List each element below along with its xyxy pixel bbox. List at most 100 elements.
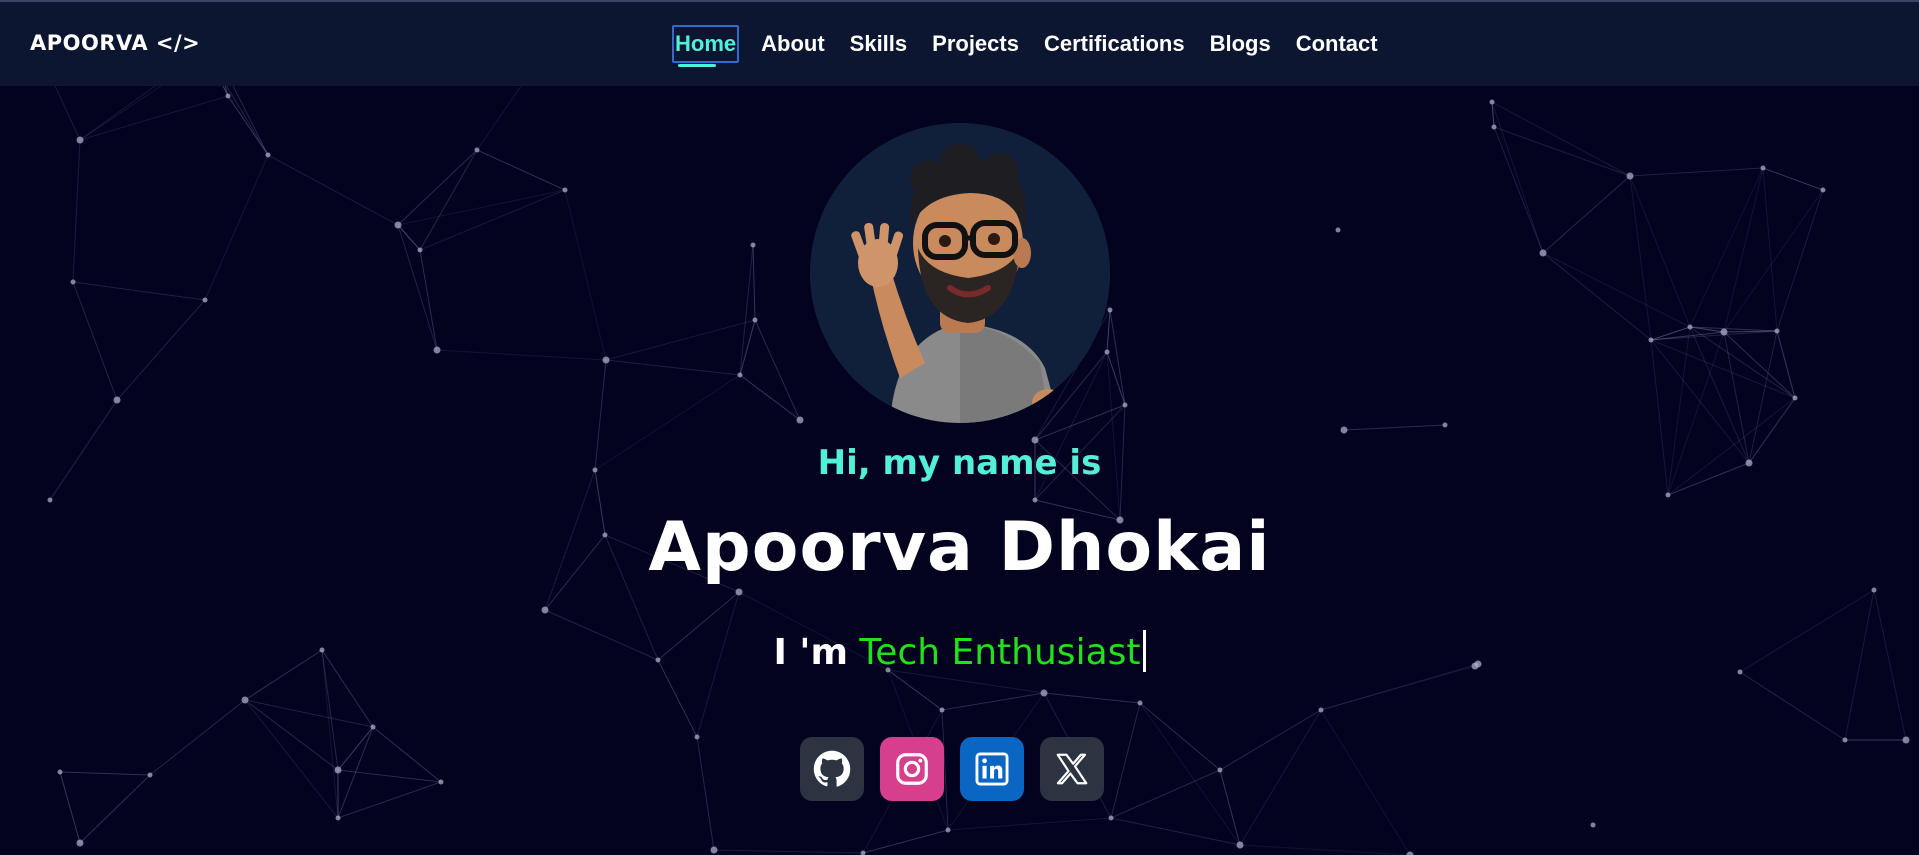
social-links [800,737,1120,801]
particle-link [1106,351,1121,521]
particle-node [1442,422,1448,428]
particle-node [1648,337,1654,343]
particle-link [739,374,801,421]
instagram-icon [896,753,928,785]
role-line: I 'm Tech Enthusiast [0,630,1919,673]
particle-node [1032,497,1038,503]
particle-node [1318,707,1324,713]
particle-node [70,279,76,285]
particle-link [397,149,478,226]
instagram-button[interactable] [880,737,944,801]
particle-link [397,224,421,251]
particle-link [1650,330,1778,341]
nav-item-projects[interactable]: Projects [929,25,1022,63]
nav-item-home[interactable]: Home [672,25,740,67]
particle-node [438,779,444,785]
particle-node [417,247,423,253]
particle-link [1542,175,1631,254]
particle-link [244,699,374,728]
nav-item-skills[interactable]: Skills [847,25,910,63]
particle-link [321,649,339,819]
particle-link [1106,309,1111,353]
particle-node [710,846,718,854]
particle-link [1629,175,1652,341]
nav-item-contact[interactable]: Contact [1293,25,1381,63]
particle-node [1104,349,1110,355]
particle-node [1406,851,1414,855]
particle-node [433,346,441,354]
particle-link [59,771,81,844]
particle-link [1043,692,1141,704]
particle-link [1139,702,1241,846]
particle-node [57,769,63,775]
nav-item-blogs[interactable]: Blogs [1207,25,1274,63]
particle-node [1489,99,1495,105]
particle-node [1902,736,1910,744]
github-icon [813,750,851,787]
particle-link [1629,167,1764,177]
particle-link [419,189,566,251]
particle-node [860,850,866,855]
particle-link [564,189,607,361]
particle-node [202,297,208,303]
particle-link [1723,189,1824,333]
role-prefix: I 'm [773,632,848,673]
particle-link [72,281,206,301]
particle-link [72,281,118,401]
particle-link [1542,252,1691,328]
particle-node [265,152,271,158]
nav-item-certifications[interactable]: Certifications [1041,25,1188,63]
particle-node [1236,841,1244,849]
particle-node [1335,227,1341,233]
particle-link [1629,175,1691,328]
particle-link [752,244,756,321]
particle-link [1493,126,1544,254]
particle-link [79,774,151,844]
x-icon [1056,753,1088,785]
particle-link [337,781,442,819]
particle-node [1760,165,1766,171]
particle-link [1689,167,1764,328]
particle-node [1107,307,1113,313]
linkedin-icon [975,752,1009,786]
particle-link [1343,424,1446,431]
particle-link [1542,252,1652,341]
particle-node [225,93,231,99]
memoji-avatar-image [810,123,1110,423]
particle-link [1239,709,1322,846]
hero-name: Apoorva Dhokai [648,508,1271,587]
particle-node [602,356,610,364]
particle-link [1320,709,1411,855]
particle-link [267,154,399,226]
particle-link [1106,351,1126,406]
particle-node [1340,426,1348,434]
particle-node [1539,249,1547,257]
particle-node [241,696,249,704]
particle-link [1762,167,1824,191]
particle-node [541,606,549,614]
github-button[interactable] [800,737,864,801]
particle-node [1820,187,1826,193]
particle-node [1590,822,1596,828]
nav-item-about[interactable]: About [758,25,828,63]
particle-node [47,497,53,503]
particle-link [116,299,206,401]
greeting-text: Hi, my name is [817,443,1102,483]
site-logo[interactable]: APOORVA </> [30,31,200,55]
particle-node [945,827,951,833]
particle-node [1871,587,1877,593]
particle-link [79,95,229,141]
particle-link [1034,404,1126,441]
particle-node [147,772,153,778]
particle-node [1792,395,1798,401]
particle-node [1774,328,1780,334]
particle-node [334,766,342,774]
particle-link [59,771,151,776]
particle-link [862,829,949,854]
particle-link [397,189,566,226]
linkedin-button[interactable] [960,737,1024,801]
particle-link [1219,709,1322,771]
particle-link [227,95,269,156]
particle-link [1219,769,1241,846]
x-button[interactable] [1040,737,1104,801]
